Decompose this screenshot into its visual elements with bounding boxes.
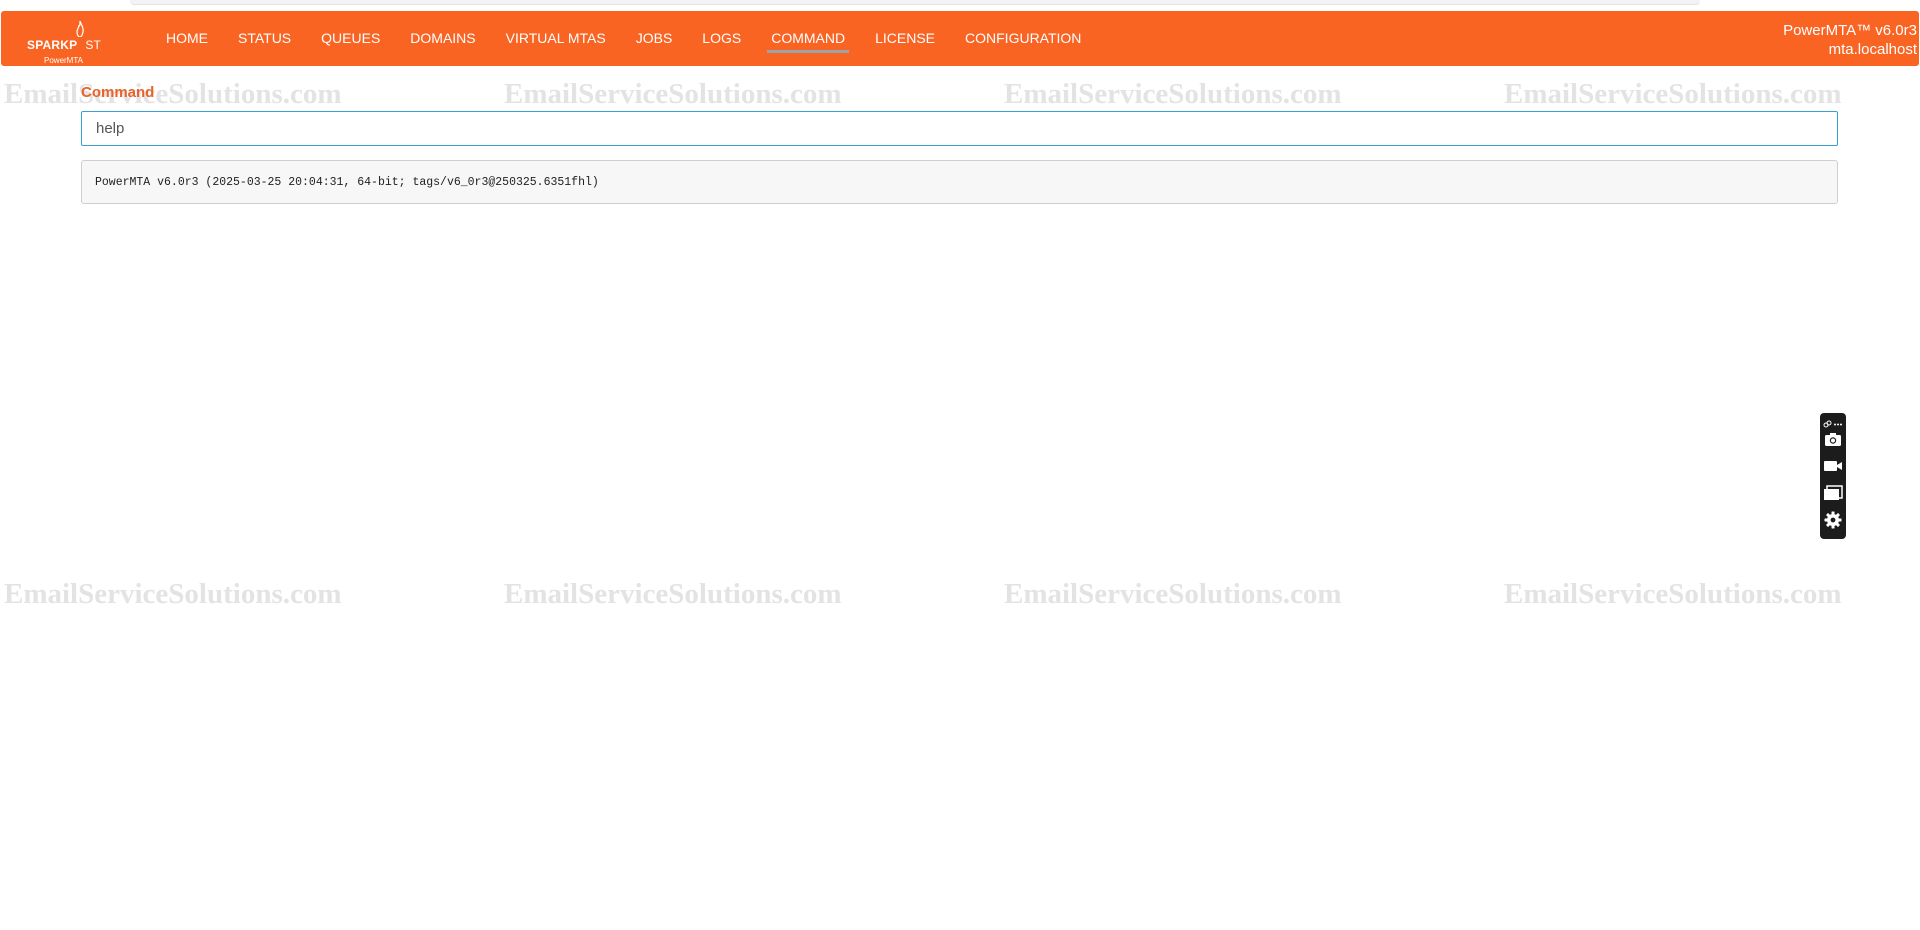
nav-virtual-mtas[interactable]: VIRTUAL MTAS	[491, 11, 621, 66]
camera-icon[interactable]	[1823, 429, 1843, 449]
watermark: EmailServiceSolutions.com	[1504, 578, 1842, 610]
nav-domains[interactable]: DOMAINS	[395, 11, 490, 66]
logo-product: PowerMTA	[44, 56, 83, 65]
watermark: EmailServiceSolutions.com	[1004, 78, 1342, 110]
nav-license[interactable]: LICENSE	[860, 11, 950, 66]
page-title: Command	[81, 84, 155, 101]
watermark: EmailServiceSolutions.com	[4, 578, 342, 610]
nav-status[interactable]: STATUS	[223, 11, 306, 66]
nav-command[interactable]: COMMAND	[756, 11, 860, 66]
watermark: EmailServiceSolutions.com	[504, 578, 842, 610]
nav-logs[interactable]: LOGS	[687, 11, 756, 66]
logo-wordmark: SPARKP ST	[27, 38, 102, 52]
toolbar-header	[1823, 416, 1843, 428]
flame-icon	[76, 21, 84, 37]
watermark: EmailServiceSolutions.com	[1504, 78, 1842, 110]
command-output: PowerMTA v6.0r3 (2025-03-25 20:04:31, 64…	[81, 160, 1838, 204]
nav-jobs[interactable]: JOBS	[621, 11, 688, 66]
host-info: PowerMTA™ v6.0r3 mta.localhost	[1783, 21, 1917, 59]
nav-configuration[interactable]: CONFIGURATION	[950, 11, 1096, 66]
capture-toolbar	[1820, 413, 1846, 539]
version-label: PowerMTA™ v6.0r3	[1783, 22, 1917, 39]
top-strip-bar	[130, 0, 1700, 5]
window-icon[interactable]	[1823, 483, 1843, 503]
gear-icon[interactable]	[1823, 510, 1843, 530]
nav-home[interactable]: HOME	[151, 11, 223, 66]
video-icon[interactable]	[1823, 456, 1843, 476]
browser-top-strip	[0, 0, 1920, 10]
watermark: EmailServiceSolutions.com	[504, 78, 842, 110]
sparkpost-logo[interactable]: SPARKP ST PowerMTA	[27, 21, 107, 65]
more-icon[interactable]	[1834, 423, 1842, 426]
watermark: EmailServiceSolutions.com	[4, 78, 342, 110]
link-icon[interactable]	[1823, 420, 1832, 428]
main-nav: HOME STATUS QUEUES DOMAINS VIRTUAL MTAS …	[151, 11, 1096, 66]
main-navbar: SPARKP ST PowerMTA HOME STATUS QUEUES DOM…	[1, 11, 1919, 66]
command-input[interactable]	[81, 111, 1838, 146]
nav-queues[interactable]: QUEUES	[306, 11, 395, 66]
hostname-label: mta.localhost	[1828, 41, 1917, 58]
watermark: EmailServiceSolutions.com	[1004, 578, 1342, 610]
